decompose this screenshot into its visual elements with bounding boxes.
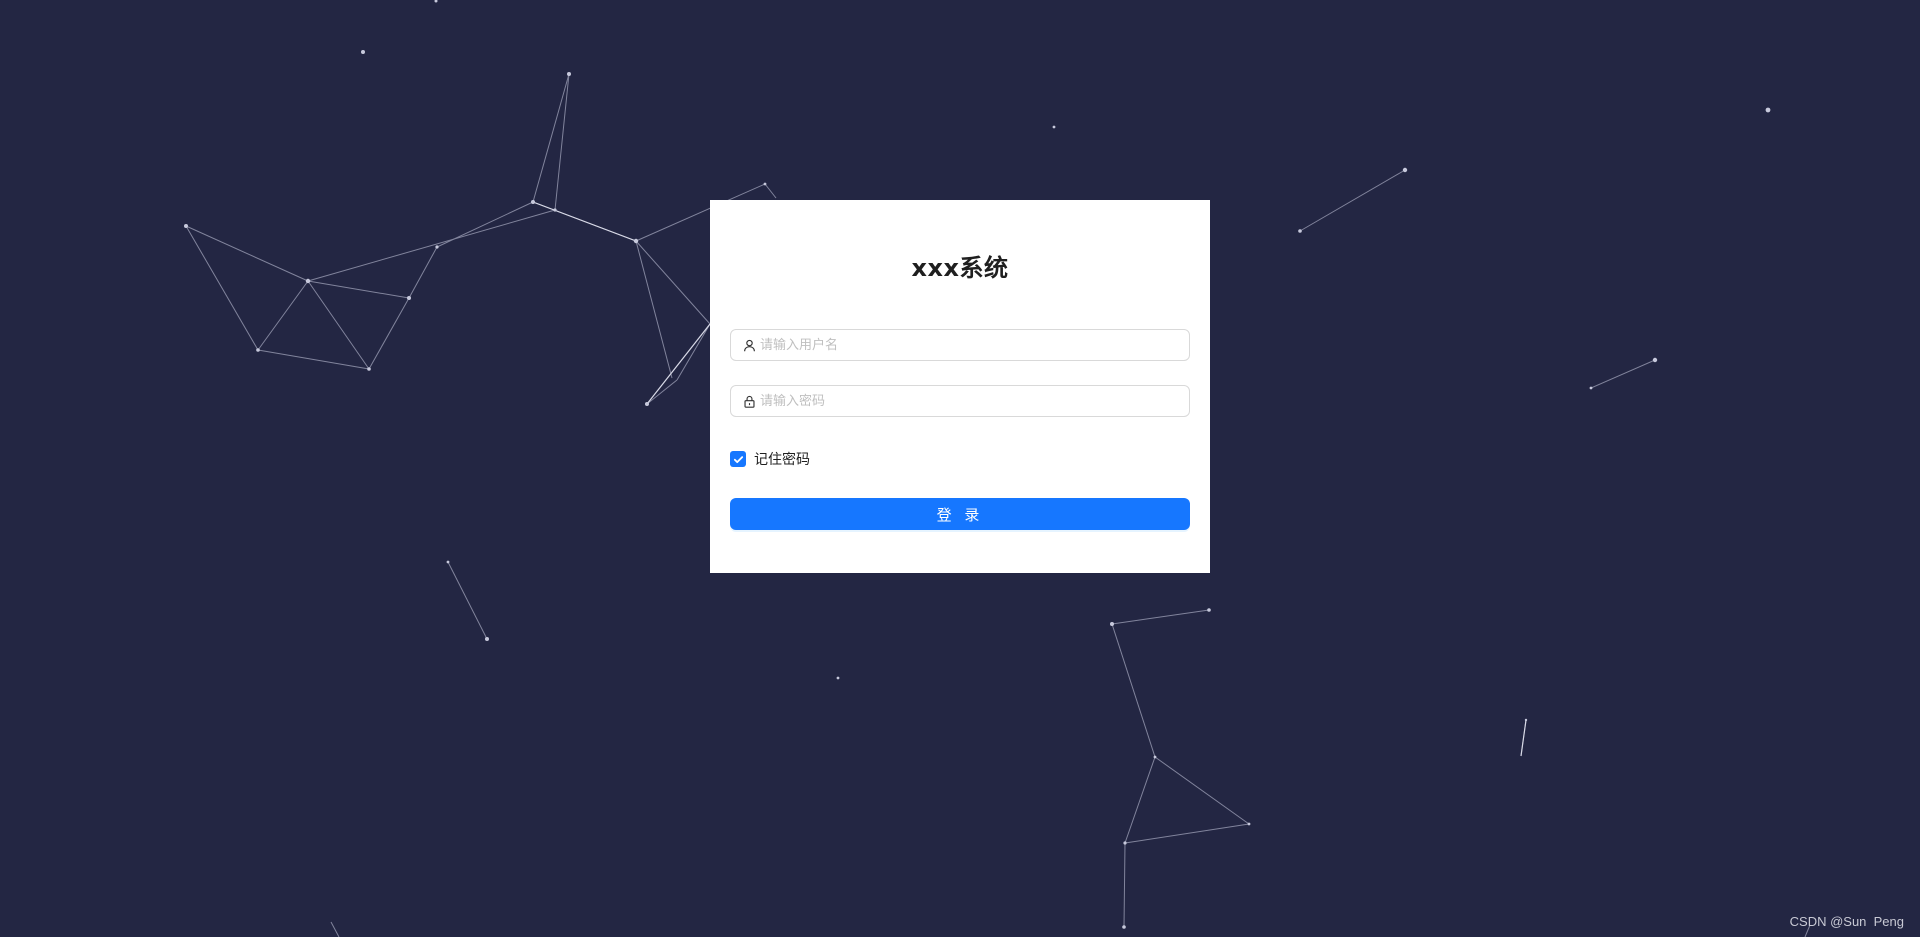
lock-icon bbox=[742, 394, 756, 408]
password-input[interactable] bbox=[760, 387, 1189, 415]
check-icon bbox=[733, 455, 743, 463]
login-button[interactable]: 登 录 bbox=[730, 498, 1190, 530]
password-field[interactable] bbox=[730, 385, 1190, 417]
login-card: xxx系统 记住密码 登 录 bbox=[710, 200, 1210, 573]
checkbox-box[interactable] bbox=[730, 451, 746, 467]
watermark-text: CSDN @Sun Peng bbox=[1789, 914, 1904, 929]
username-field[interactable] bbox=[730, 329, 1190, 361]
remember-password-label: 记住密码 bbox=[754, 452, 810, 468]
username-input[interactable] bbox=[760, 331, 1189, 359]
remember-password-checkbox[interactable]: 记住密码 bbox=[730, 449, 810, 469]
login-title: xxx系统 bbox=[911, 254, 1009, 282]
user-icon bbox=[742, 338, 756, 352]
